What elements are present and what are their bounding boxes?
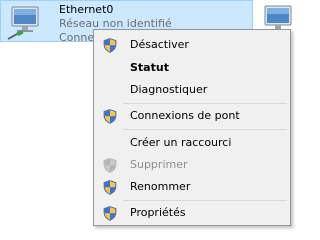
menu-separator bbox=[123, 103, 287, 104]
adapter-name: Ethernet0 bbox=[59, 3, 114, 16]
menu-item-label: Supprimer bbox=[130, 158, 188, 171]
uac-shield-icon bbox=[103, 109, 117, 124]
uac-shield-icon bbox=[103, 158, 117, 173]
menu-item-label: Désactiver bbox=[130, 38, 189, 51]
uac-shield-icon bbox=[103, 38, 117, 53]
menu-item-desactiver[interactable]: Désactiver bbox=[96, 34, 288, 56]
menu-item-proprietes[interactable]: Propriétés bbox=[96, 202, 288, 224]
menu-item-supprimer: Supprimer bbox=[96, 154, 288, 176]
menu-item-label: Connexions de pont bbox=[130, 109, 240, 122]
menu-item-diagnostiquer[interactable]: Diagnostiquer bbox=[96, 79, 288, 101]
uac-shield-icon bbox=[103, 180, 117, 195]
menu-item-connexions-de-pont[interactable]: Connexions de pont bbox=[96, 105, 288, 127]
menu-separator bbox=[123, 129, 287, 130]
menu-item-label: Créer un raccourci bbox=[130, 136, 232, 149]
menu-item-statut[interactable]: Statut bbox=[96, 57, 288, 79]
menu-item-creer-un-raccourci[interactable]: Créer un raccourci bbox=[96, 132, 288, 154]
menu-item-label: Propriétés bbox=[130, 206, 186, 219]
context-menu: Désactiver Statut Diagnostiquer Connexio… bbox=[93, 29, 291, 226]
menu-separator bbox=[123, 200, 287, 201]
network-adapter-icon bbox=[5, 6, 45, 40]
menu-item-label: Statut bbox=[130, 61, 169, 74]
menu-item-renommer[interactable]: Renommer bbox=[96, 176, 288, 198]
uac-shield-icon bbox=[103, 206, 117, 221]
menu-item-label: Diagnostiquer bbox=[130, 83, 208, 96]
menu-item-label: Renommer bbox=[130, 180, 191, 193]
